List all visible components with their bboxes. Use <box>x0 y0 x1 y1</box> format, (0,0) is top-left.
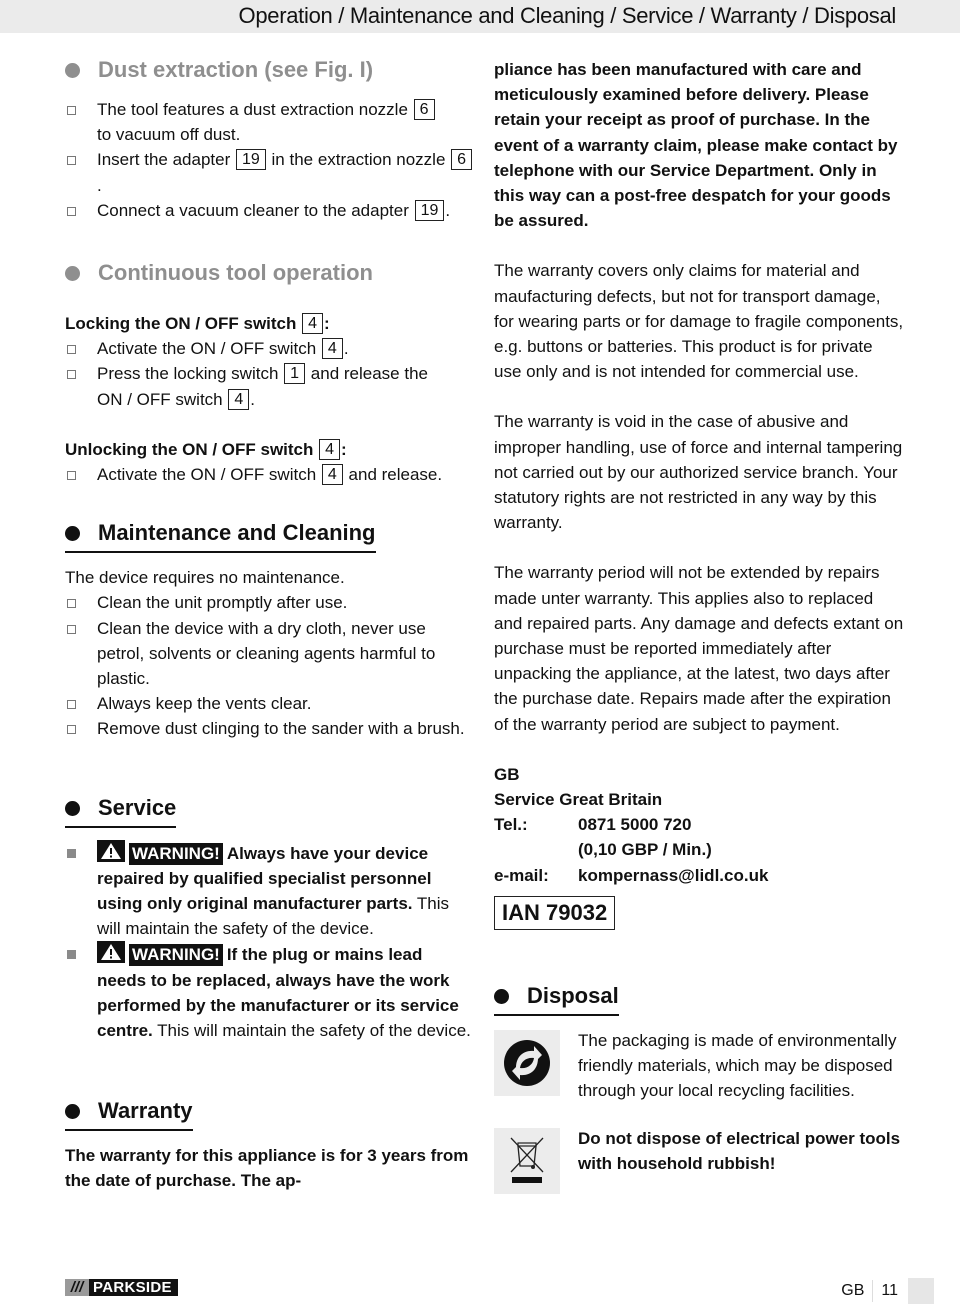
list-item: Clean the device with a dry cloth, never… <box>65 616 475 692</box>
page-number-value: 11 <box>881 1282 898 1299</box>
warranty-continuation: pliance has been manufactured with care … <box>494 60 898 231</box>
section-heading-dust-extraction: Dust extraction (see Fig. I) <box>65 50 475 90</box>
warranty-paragraph: The warranty covers only claims for mate… <box>494 261 904 382</box>
list-item: Activate the ON / OFF switch 4. <box>65 336 475 361</box>
bullet-dot-icon <box>65 63 80 78</box>
contact-service-name: Service Great Britain <box>494 790 663 810</box>
section-heading-maintenance: Maintenance and Cleaning <box>65 513 376 554</box>
list-item: Clean the unit promptly after use. <box>65 590 475 615</box>
maintenance-list: Clean the unit promptly after use. Clean… <box>65 590 475 741</box>
list-item: Insert the adapter 19 in the extraction … <box>65 147 475 197</box>
checkbox-square-icon <box>67 345 76 355</box>
list-item: The tool features a dust extraction nozz… <box>65 97 475 147</box>
list-item: Connect a vacuum cleaner to the adapter … <box>65 198 475 223</box>
list-item: Always keep the vents clear. <box>65 691 475 716</box>
warranty-paragraph: The warranty period will not be extended… <box>494 563 904 734</box>
list-item: Remove dust clinging to the sander with … <box>65 716 475 741</box>
part-ref: 6 <box>451 149 473 171</box>
section-heading-warranty: Warranty <box>65 1091 193 1132</box>
section-heading-continuous-operation: Continuous tool operation <box>65 253 475 293</box>
part-ref: 4 <box>319 438 341 460</box>
contact-tel-row: Tel.: 0871 5000 720 <box>494 812 904 837</box>
warning-item: WARNING! If the plug or mains lead needs … <box>65 941 475 1043</box>
part-ref: 4 <box>228 388 250 410</box>
part-ref: 4 <box>302 313 324 335</box>
contact-country: GB <box>494 764 520 784</box>
square-bullet-icon <box>67 950 76 960</box>
checkbox-square-icon <box>67 725 76 735</box>
bullet-dot-icon <box>65 800 80 816</box>
warranty-intro: The warranty for this appliance is for 3… <box>65 1146 469 1191</box>
checkbox-square-icon <box>67 206 76 216</box>
page-tab-marker <box>908 1278 934 1304</box>
language-code: GB <box>841 1280 874 1302</box>
contact-email-link[interactable]: kompernass@lidl.co.uk <box>578 863 768 888</box>
unlocking-list: Activate the ON / OFF switch 4 and relea… <box>65 462 475 487</box>
list-item: Activate the ON / OFF switch 4 and relea… <box>65 462 475 487</box>
contact-phone[interactable]: 0871 5000 720 <box>578 812 691 837</box>
locking-list: Activate the ON / OFF switch 4. Press th… <box>65 336 475 412</box>
contact-email-row: e-mail: kompernass@lidl.co.uk <box>494 863 904 888</box>
maintenance-intro: The device requires no maintenance. <box>65 568 345 588</box>
checkbox-square-icon <box>67 106 76 115</box>
service-warning-list: WARNING! Always have your device repaired… <box>65 839 475 1044</box>
bullet-dot-icon <box>65 1104 80 1120</box>
warning-label: WARNING! <box>129 842 223 865</box>
warranty-paragraph: The warranty is void in the case of abus… <box>494 412 903 533</box>
checkbox-square-icon <box>67 370 76 380</box>
green-dot-recycling-icon <box>494 1029 560 1096</box>
subheading-unlocking: Unlocking the ON / OFF switch 4: <box>65 438 347 460</box>
page-header: Operation / Maintenance and Cleaning / S… <box>0 0 960 33</box>
warning-triangle-icon <box>97 839 125 862</box>
page-number: GB 11 <box>841 1278 934 1304</box>
crossed-out-wheelie-bin-icon <box>494 1127 560 1194</box>
checkbox-square-icon <box>67 599 76 609</box>
packaging-text: The packaging is made of environmentally… <box>578 1030 897 1101</box>
service-contact: GB Service Great Britain Tel.: 0871 5000… <box>494 762 904 888</box>
right-column: pliance has been manufactured with care … <box>494 57 904 1194</box>
section-heading-service: Service <box>65 788 177 828</box>
square-bullet-icon <box>67 848 76 858</box>
part-ref: 19 <box>236 149 266 171</box>
part-ref: 6 <box>413 99 435 120</box>
dust-extraction-list: The tool features a dust extraction nozz… <box>65 97 475 223</box>
warning-label: WARNING! <box>129 944 223 967</box>
parkside-logo: ///PARKSIDE <box>65 1279 178 1296</box>
list-item: Press the locking switch 1 and release t… <box>65 361 475 411</box>
bullet-dot-icon <box>494 988 509 1004</box>
bullet-dot-icon <box>65 266 80 282</box>
packaging-disposal-row: The packaging is made of environmentally… <box>494 1028 904 1104</box>
bullet-dot-icon <box>65 526 80 542</box>
warning-triangle-icon <box>97 941 125 964</box>
subheading-locking: Locking the ON / OFF switch 4: <box>65 313 330 335</box>
checkbox-square-icon <box>67 156 76 166</box>
part-ref: 1 <box>284 363 306 385</box>
checkbox-square-icon <box>67 700 76 710</box>
left-column: Dust extraction (see Fig. I) The tool fe… <box>65 50 475 1194</box>
part-ref: 4 <box>321 464 343 486</box>
weee-warning-text: Do not dispose of electrical power tools… <box>578 1128 901 1173</box>
contact-rate-row: (0,10 GBP / Min.) <box>578 840 712 860</box>
section-heading-disposal: Disposal <box>494 976 619 1016</box>
warning-item: WARNING! Always have your device repaired… <box>65 839 475 942</box>
ian-badge: IAN 79032 <box>494 895 616 930</box>
part-ref: 19 <box>414 199 445 221</box>
part-ref: 4 <box>321 338 343 360</box>
checkbox-square-icon <box>67 624 76 634</box>
checkbox-square-icon <box>67 471 76 481</box>
weee-disposal-row: Do not dispose of electrical power tools… <box>494 1126 904 1194</box>
page-title: Operation / Maintenance and Cleaning / S… <box>238 3 897 28</box>
